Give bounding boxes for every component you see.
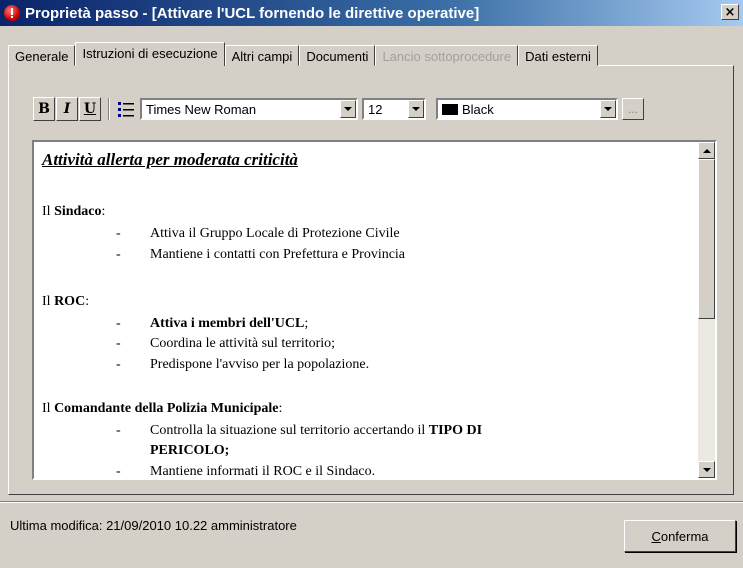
- tab-altri-campi[interactable]: Altri campi: [224, 45, 300, 66]
- underline-button[interactable]: U: [79, 97, 101, 121]
- tab-istruzioni-esecuzione[interactable]: Istruzioni di esecuzione: [75, 42, 225, 66]
- scroll-down-icon[interactable]: [698, 461, 715, 478]
- chevron-down-icon[interactable]: [340, 100, 356, 118]
- section-heading: Il Sindaco:: [42, 204, 106, 219]
- italic-button[interactable]: I: [56, 97, 78, 121]
- last-modified-text: Ultima modifica: 21/09/2010 10.22 ammini…: [10, 518, 297, 533]
- tab-documenti[interactable]: Documenti: [299, 45, 376, 66]
- tab-lancio-sottoprocedure: Lancio sottoprocedure: [375, 45, 519, 66]
- confirm-label-rest: onferma: [660, 528, 709, 544]
- underline-label: U: [83, 101, 97, 117]
- tab-dati-esterni[interactable]: Dati esterni: [518, 45, 598, 66]
- list-item: - Mantiene informati il ROC e il Sindaco.: [116, 464, 376, 479]
- more-colors-button[interactable]: ...: [622, 98, 644, 120]
- confirm-button[interactable]: Conferma: [624, 520, 736, 552]
- bulleted-list-icon[interactable]: [116, 99, 136, 119]
- format-toolbar: B I U Times New Roman 12 Black ...: [33, 95, 644, 123]
- italic-label: I: [63, 101, 71, 117]
- list-item: - Attiva i membri dell'UCL;: [116, 316, 309, 331]
- title-bar: Proprietà passo - [Attivare l'UCL fornen…: [0, 0, 743, 26]
- warning-icon: [4, 5, 20, 21]
- properties-dialog: Proprietà passo - [Attivare l'UCL fornen…: [0, 0, 743, 567]
- scroll-up-icon[interactable]: [698, 142, 715, 159]
- font-family-select[interactable]: Times New Roman: [140, 98, 358, 120]
- chevron-down-icon[interactable]: [600, 100, 616, 118]
- chevron-down-icon[interactable]: [408, 100, 424, 118]
- list-item: - Mantiene i contatti con Prefettura e Pr…: [116, 247, 406, 262]
- list-item: - Controlla la situazione sul territorio …: [116, 423, 483, 438]
- rich-text-editor[interactable]: Attività allerta per moderata criticità …: [32, 140, 717, 480]
- font-family-value: Times New Roman: [146, 101, 257, 117]
- font-color-select[interactable]: Black: [436, 98, 618, 120]
- tab-generale[interactable]: Generale: [8, 45, 76, 66]
- document-title: Attività allerta per moderata criticità: [42, 150, 298, 169]
- bold-button[interactable]: B: [33, 97, 55, 121]
- tab-strip: Generale Istruzioni di esecuzione Altri …: [8, 42, 598, 66]
- section-heading: Il Comandante della Polizia Municipale:: [42, 401, 283, 416]
- font-color-value: Black: [462, 101, 494, 117]
- color-swatch: [442, 103, 458, 115]
- list-item: - Coordina le attività sul territorio;: [116, 336, 336, 351]
- font-size-select[interactable]: 12: [362, 98, 426, 120]
- vertical-scrollbar[interactable]: [698, 142, 715, 478]
- scroll-thumb[interactable]: [698, 159, 715, 319]
- toolbar-separator: [108, 98, 110, 120]
- font-size-value: 12: [368, 101, 383, 117]
- confirm-accelerator: C: [651, 528, 661, 544]
- section-heading: Il ROC:: [42, 294, 90, 309]
- list-item: - Attiva il Gruppo Locale di Protezione C…: [116, 226, 400, 241]
- list-item-continuation: PERICOLO;: [150, 443, 230, 458]
- window-title: Proprietà passo - [Attivare l'UCL fornen…: [25, 4, 480, 22]
- list-item: - Predispone l'avviso per la popolazione.: [116, 357, 370, 372]
- close-button[interactable]: ×: [721, 4, 739, 20]
- bold-label: B: [38, 101, 50, 117]
